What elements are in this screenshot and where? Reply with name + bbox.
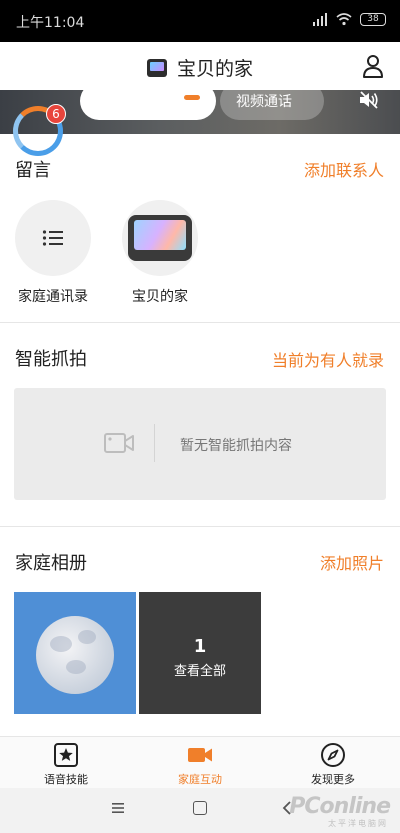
- star-icon: [54, 743, 78, 767]
- messages-title: 留言: [15, 160, 51, 181]
- add-contact-link[interactable]: 添加联系人: [304, 157, 384, 181]
- watermark-logo: PConline: [289, 794, 391, 819]
- contact-family-directory[interactable]: 家庭通讯录: [0, 200, 108, 306]
- nav-discover-more[interactable]: 发现更多: [278, 742, 388, 787]
- album-photo-moon[interactable]: [14, 592, 136, 714]
- page-title: 宝贝的家: [176, 58, 253, 80]
- app-header: 宝贝的家: [0, 42, 400, 90]
- nav-label: 语音技能: [44, 773, 88, 786]
- status-time: 上午11:04: [16, 15, 85, 31]
- snapshot-empty-text: 暂无智能抓拍内容: [180, 438, 292, 454]
- contact-label: 宝贝的家: [132, 289, 188, 305]
- album-view-all-tile[interactable]: 1 查看全部: [139, 592, 261, 714]
- contact-label: 家庭通讯录: [18, 289, 88, 305]
- battery-level: 38: [367, 14, 379, 24]
- battery-icon: 38: [360, 12, 386, 26]
- wifi-icon: [336, 13, 352, 26]
- video-call-label: 视频通话: [236, 94, 292, 110]
- nav-label: 家庭互动: [178, 773, 222, 786]
- contact-avatar: [15, 200, 91, 276]
- contact-avatar: [122, 200, 198, 276]
- album-count: 1: [193, 636, 207, 657]
- view-all-label: 查看全部: [173, 664, 226, 679]
- nav-voice-skills[interactable]: 语音技能: [11, 742, 121, 787]
- moon-image: [36, 616, 114, 694]
- tablet-icon: [128, 215, 192, 261]
- signal-icon: [313, 13, 327, 26]
- snapshot-separator: [154, 424, 155, 462]
- add-photo-link[interactable]: 添加照片: [320, 550, 384, 574]
- snapshot-title: 智能抓拍: [15, 349, 87, 370]
- bottom-nav: 语音技能 家庭互动 发现更多: [0, 736, 400, 788]
- status-icons: 38: [312, 12, 386, 26]
- system-nav-bar: PConline 太平洋电脑网: [0, 788, 400, 833]
- status-bar: 上午11:04 38: [0, 0, 400, 42]
- menu-icon[interactable]: [110, 801, 126, 815]
- header-title-group[interactable]: 宝贝的家: [0, 54, 400, 81]
- video-camera-icon: [188, 748, 212, 762]
- list-icon: [42, 230, 63, 246]
- snapshot-empty-panel: 暂无智能抓拍内容: [14, 388, 386, 500]
- compass-icon: [321, 743, 345, 767]
- album-title: 家庭相册: [15, 553, 87, 574]
- home-icon[interactable]: [193, 801, 207, 815]
- nav-family-interaction[interactable]: 家庭互动: [145, 742, 255, 787]
- watermark-subtitle: 太平洋电脑网: [328, 819, 388, 828]
- contact-baby-home[interactable]: 宝贝的家: [105, 200, 215, 306]
- profile-icon[interactable]: [362, 54, 384, 78]
- mute-icon[interactable]: [358, 90, 380, 110]
- video-camera-outline-icon: [104, 433, 134, 453]
- message-badge: 6: [46, 104, 66, 124]
- banner-indicator: [184, 95, 200, 100]
- divider: [0, 526, 400, 527]
- snapshot-mode-link[interactable]: 当前为有人就录: [272, 347, 384, 371]
- nav-label: 发现更多: [311, 773, 355, 786]
- device-icon: [146, 58, 167, 77]
- divider: [0, 322, 400, 323]
